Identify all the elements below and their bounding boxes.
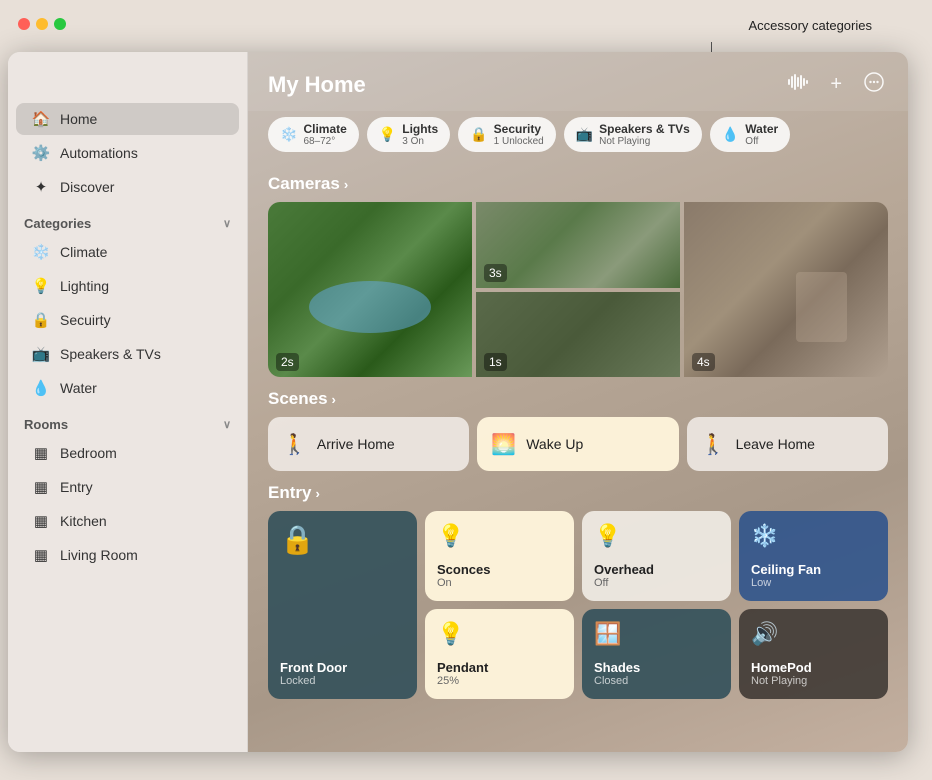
shades-icon: 🪟 <box>594 621 719 647</box>
sidebar-item-speakers-tvs[interactable]: 📺 Speakers & TVs <box>16 338 239 370</box>
camera-feed-1[interactable]: 2s <box>268 202 472 377</box>
kitchen-icon: ▦ <box>32 512 50 530</box>
categories-header[interactable]: Categories ∨ <box>8 204 247 235</box>
sidebar-item-living-room[interactable]: ▦ Living Room <box>16 539 239 571</box>
header-actions: + <box>784 68 888 101</box>
scenes-chevron: › <box>332 392 336 407</box>
rooms-chevron: ∨ <box>223 418 231 431</box>
sidebar-item-automations-label: Automations <box>60 145 138 161</box>
header: My Home + <box>248 52 908 111</box>
sidebar-item-entry[interactable]: ▦ Entry <box>16 471 239 503</box>
pill-climate[interactable]: ❄️ Climate 68–72° <box>268 117 359 152</box>
camera-timer-1: 2s <box>276 353 299 371</box>
sidebar-item-kitchen[interactable]: ▦ Kitchen <box>16 505 239 537</box>
sidebar-item-water[interactable]: 💧 Water <box>16 372 239 404</box>
pill-lights[interactable]: 💡 Lights 3 On <box>367 117 450 152</box>
arrive-home-icon: 🚶 <box>282 432 307 457</box>
speakers-tvs-pill-icon: 📺 <box>576 126 593 143</box>
scene-arrive-home[interactable]: 🚶 Arrive Home <box>268 417 469 471</box>
traffic-light-red[interactable] <box>18 18 30 30</box>
camera-middle-column: 3s 1s <box>476 202 680 377</box>
sidebar: 🏠 Home ⚙️ Automations ✦ Discover Categor… <box>8 52 248 752</box>
discover-icon: ✦ <box>32 178 50 196</box>
camera-timer-garage: 1s <box>484 353 507 371</box>
device-front-door[interactable]: 🔒 Front Door Locked <box>268 511 417 699</box>
device-shades[interactable]: 🪟 Shades Closed <box>582 609 731 699</box>
category-pills: ❄️ Climate 68–72° 💡 Lights 3 On 🔒 Securi… <box>248 111 908 162</box>
water-icon: 💧 <box>32 379 50 397</box>
scenes-grid: 🚶 Arrive Home 🌅 Wake Up 🚶 Leave Home <box>268 417 888 471</box>
sidebar-item-security[interactable]: 🔒 Secuirty <box>16 304 239 336</box>
bedroom-icon: ▦ <box>32 444 50 462</box>
lights-pill-icon: 💡 <box>379 126 396 143</box>
entry-icon: ▦ <box>32 478 50 496</box>
security-icon: 🔒 <box>32 311 50 329</box>
device-overhead[interactable]: 💡 Overhead Off <box>582 511 731 601</box>
traffic-light-green[interactable] <box>54 18 66 30</box>
traffic-light-yellow[interactable] <box>36 18 48 30</box>
entry-chevron: › <box>315 486 319 501</box>
sidebar-item-home[interactable]: 🏠 Home <box>16 103 239 135</box>
cameras-chevron: › <box>344 177 348 192</box>
camera-timer-3: 4s <box>692 353 715 371</box>
speakers-tvs-icon: 📺 <box>32 345 50 363</box>
camera-feed-garage[interactable]: 1s <box>476 292 680 378</box>
content-area: Cameras › 2s 3s 1s 4s <box>248 162 908 752</box>
overhead-icon: 💡 <box>594 523 719 549</box>
sidebar-item-automations[interactable]: ⚙️ Automations <box>16 137 239 169</box>
cameras-grid: 2s 3s 1s 4s <box>268 202 888 377</box>
sidebar-item-home-label: Home <box>60 111 97 127</box>
lighting-icon: 💡 <box>32 277 50 295</box>
device-homepod[interactable]: 🔊 HomePod Not Playing <box>739 609 888 699</box>
categories-chevron: ∨ <box>223 217 231 230</box>
homepod-icon: 🔊 <box>751 621 876 647</box>
scenes-section-header[interactable]: Scenes › <box>268 389 888 409</box>
home-icon: 🏠 <box>32 110 50 128</box>
main-window: 🏠 Home ⚙️ Automations ✦ Discover Categor… <box>8 52 908 752</box>
rooms-header[interactable]: Rooms ∨ <box>8 405 247 436</box>
water-pill-icon: 💧 <box>722 126 739 143</box>
cameras-section-header[interactable]: Cameras › <box>268 174 888 194</box>
device-ceiling-fan[interactable]: ❄️ Ceiling Fan Low <box>739 511 888 601</box>
living-room-icon: ▦ <box>32 546 50 564</box>
device-sconces[interactable]: 💡 Sconces On <box>425 511 574 601</box>
camera-timer-2: 3s <box>484 264 507 282</box>
security-pill-icon: 🔒 <box>470 126 487 143</box>
device-pendant[interactable]: 💡 Pendant 25% <box>425 609 574 699</box>
traffic-lights <box>18 18 66 30</box>
sconces-icon: 💡 <box>437 523 562 549</box>
pill-security[interactable]: 🔒 Security 1 Unlocked <box>458 117 555 152</box>
pendant-icon: 💡 <box>437 621 562 647</box>
page-title: My Home <box>268 72 366 98</box>
sidebar-item-discover-label: Discover <box>60 179 114 195</box>
camera-feed-3[interactable]: 4s <box>684 202 888 377</box>
camera-feed-2[interactable]: 3s <box>476 202 680 288</box>
pill-speakers-tvs[interactable]: 📺 Speakers & TVs Not Playing <box>564 117 702 152</box>
waveform-button[interactable] <box>784 69 812 100</box>
more-button[interactable] <box>860 68 888 101</box>
sidebar-item-bedroom[interactable]: ▦ Bedroom <box>16 437 239 469</box>
front-door-icon: 🔒 <box>280 523 405 556</box>
entry-section-header[interactable]: Entry › <box>268 483 888 503</box>
sidebar-item-discover[interactable]: ✦ Discover <box>16 171 239 203</box>
sidebar-item-climate[interactable]: ❄️ Climate <box>16 236 239 268</box>
automations-icon: ⚙️ <box>32 144 50 162</box>
ceiling-fan-icon: ❄️ <box>751 523 876 549</box>
sidebar-item-lighting[interactable]: 💡 Lighting <box>16 270 239 302</box>
main-content: My Home + <box>248 52 908 752</box>
wake-up-icon: 🌅 <box>491 432 516 457</box>
annotation-top: Accessory categories <box>748 18 872 33</box>
scene-leave-home[interactable]: 🚶 Leave Home <box>687 417 888 471</box>
add-button[interactable]: + <box>826 69 846 100</box>
entry-grid: 🔒 Front Door Locked 💡 Sconces On <box>268 511 888 699</box>
climate-icon: ❄️ <box>32 243 50 261</box>
leave-home-icon: 🚶 <box>701 432 726 457</box>
climate-pill-icon: ❄️ <box>280 126 297 143</box>
scene-wake-up[interactable]: 🌅 Wake Up <box>477 417 678 471</box>
pill-water[interactable]: 💧 Water Off <box>710 117 790 152</box>
